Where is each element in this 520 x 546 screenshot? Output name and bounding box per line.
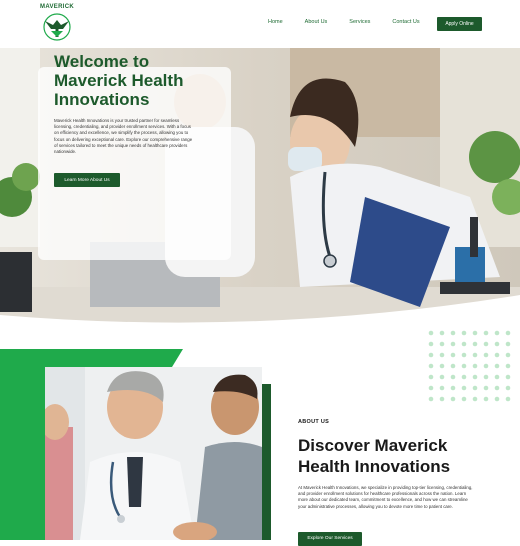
brand-logo[interactable]: MAVERICK (36, 4, 78, 44)
accent-band (0, 349, 183, 367)
learn-more-button[interactable]: Learn More About Us (54, 173, 120, 187)
about-title: Discover Maverick Health Innovations (298, 436, 451, 476)
accent-column (0, 367, 45, 540)
nav-link-home[interactable]: Home (268, 19, 283, 25)
hero-title: Welcome to Maverick Health Innovations (54, 52, 184, 109)
photo-edge-accent (262, 384, 271, 540)
nav-link-contact[interactable]: Contact Us (392, 19, 419, 25)
explore-services-button[interactable]: Explore Our Services (298, 532, 362, 546)
nav-link-services[interactable]: Services (349, 19, 370, 25)
nav-link-about[interactable]: About Us (305, 19, 328, 25)
about-section-label: ABOUT US (298, 419, 330, 425)
logo-wordmark: MAVERICK (40, 4, 74, 10)
decorative-dot-grid (428, 330, 511, 402)
top-navbar: MAVERICK Home About Us Services Contact … (0, 0, 520, 48)
about-photo (45, 367, 262, 540)
apply-online-button[interactable]: Apply Online (437, 17, 482, 31)
nav-links: Home About Us Services Contact Us (268, 19, 442, 25)
about-description: At Maverick Health Innovations, we speci… (298, 485, 473, 509)
hero-description: Maverick Health Innovations is your trus… (54, 118, 193, 155)
logo-emblem-icon (43, 13, 71, 41)
